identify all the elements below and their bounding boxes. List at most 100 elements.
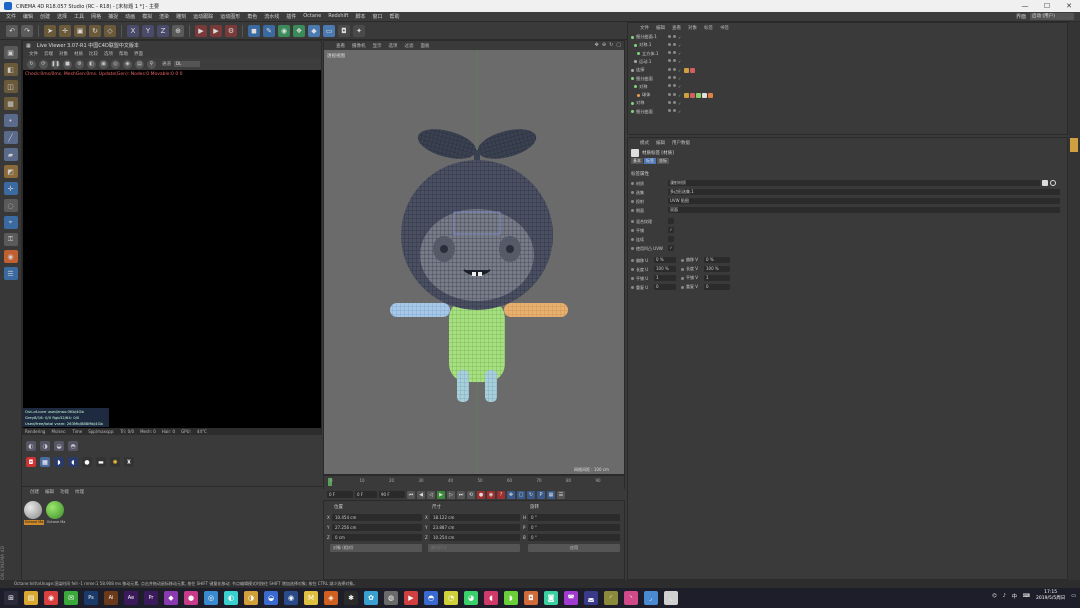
attribute-tab[interactable]: 基本 [631,158,643,164]
enabled-check-icon[interactable]: ✓ [678,59,681,64]
editor-visibility-icon[interactable] [668,100,671,104]
cinema4d-icon[interactable]: ◉ [284,591,298,605]
app-icon[interactable]: ◚ [564,591,578,605]
object-menu-item[interactable]: 文件 [640,25,649,31]
material-slot[interactable]: Octane Ma [46,501,66,525]
browser-icon[interactable]: ◉ [44,591,58,605]
volume-icon[interactable]: ♪ [1003,593,1006,599]
rotate-key-icon[interactable]: ↻ [527,490,535,499]
app-icon[interactable]: ◓ [424,591,438,605]
x-axis-icon[interactable]: X [127,24,139,37]
start-icon[interactable]: ⊞ [4,591,18,605]
app-icon[interactable]: ✱ [344,591,358,605]
menu-item[interactable]: 模拟 [142,13,152,20]
enabled-check-icon[interactable]: ✓ [678,93,681,98]
menu-item[interactable]: 文件 [6,13,16,20]
enabled-check-icon[interactable]: ✓ [678,76,681,81]
app-icon[interactable]: ◛ [584,591,598,605]
enabled-check-icon[interactable]: ✓ [678,51,681,56]
viewport-menu-item[interactable]: 显示 [373,43,382,49]
maximize-button[interactable]: ☐ [1036,0,1058,12]
menu-item[interactable]: 选择 [57,13,67,20]
material-picker-icon[interactable]: ◉ [123,59,132,69]
app-icon[interactable]: M [304,591,318,605]
object-row[interactable]: 对称.1 ✓ [628,41,1067,49]
menu-item[interactable]: 渲染 [159,13,169,20]
point-key-icon[interactable]: ▦ [547,490,555,499]
app-icon[interactable]: ◖ [484,591,498,605]
material-menu-item[interactable]: 编辑 [45,489,54,495]
menu-item[interactable]: 网格 [91,13,101,20]
viewport-menu-item[interactable]: 选项 [389,43,398,49]
keyframe-dot-icon[interactable] [681,258,684,262]
viewport-menu-item[interactable]: 过滤 [405,43,414,49]
editor-visibility-icon[interactable] [668,34,671,38]
render-visibility-icon[interactable] [673,76,676,79]
visibility-toggles[interactable]: ✓ [668,76,681,81]
rotation-p-field[interactable]: 0 ° [528,524,620,531]
render-view-icon[interactable]: ▶ [195,24,207,37]
undo-icon[interactable]: ↶ [6,24,18,37]
pause-icon[interactable]: ❚❚ [51,59,60,69]
render-visibility-icon[interactable] [673,42,676,46]
live-viewer-menu-item[interactable]: 比较 [89,51,98,57]
viewport-menu-item[interactable]: 摄像机 [352,43,366,49]
move-icon[interactable]: ✛ [59,24,71,37]
live-viewer-menu-item[interactable]: 选项 [104,51,113,57]
attribute-value-field[interactable]: 双面 [668,207,1060,213]
panel-tab-icon[interactable] [1070,138,1078,152]
uv-mode-icon[interactable]: ◩ [3,165,18,178]
camera-icon[interactable]: ◘ [338,24,350,37]
menu-item[interactable]: 编辑 [23,13,33,20]
next-key-icon[interactable]: ▷ [447,490,455,499]
menu-item[interactable]: 流水线 [264,13,279,20]
attribute-menu-item[interactable]: 用户数据 [672,140,690,146]
current-frame-field[interactable]: 0 F [327,491,353,498]
solo-icon[interactable]: ◉ [3,250,18,263]
axis-mode-icon[interactable]: ✛ [3,182,18,195]
edge-mode-icon[interactable]: ╱ [3,131,18,144]
app-icon[interactable]: ◗ [504,591,518,605]
editor-visibility-icon[interactable] [668,92,671,96]
object-menu-item[interactable]: 对象 [688,25,697,31]
panel-grip-icon[interactable]: ▦ [26,43,31,49]
visibility-toggles[interactable]: ✓ [668,109,681,114]
explorer-icon[interactable]: ▤ [24,591,38,605]
send-scene-icon[interactable]: ↻ [27,59,36,69]
material-menu-item[interactable]: 功能 [60,489,69,495]
size-x-field[interactable]: 18.122 cm [430,514,520,521]
texture-mode-icon[interactable]: ◫ [3,80,18,93]
orbit-icon[interactable]: ↻ [609,42,613,48]
menu-item[interactable]: Octane [303,13,321,20]
enabled-check-icon[interactable]: ✓ [678,84,681,89]
tag-icon[interactable] [684,67,689,73]
octane-sphere-icon[interactable]: ◓ [68,441,78,451]
material-browse-icon[interactable] [1050,180,1056,186]
tag-icon[interactable] [684,92,689,98]
floor-icon[interactable]: ▭ [323,24,335,37]
tag-icon[interactable] [708,92,713,98]
visibility-toggles[interactable]: ✓ [668,51,681,56]
render-visibility-icon[interactable] [673,100,676,104]
snap-icon[interactable]: ⌖ [3,216,18,229]
menu-item[interactable]: 脚本 [356,13,366,20]
attribute-value-field[interactable]: UVW 贴图 [668,198,1060,204]
lock-icon[interactable]: ◧ [87,59,96,69]
workplane-icon[interactable]: ▦ [3,97,18,110]
size-z-field[interactable]: 10.254 cm [430,534,520,541]
keyframe-dot-icon[interactable] [681,285,684,289]
material-preview[interactable] [46,501,64,519]
octane-camera-icon[interactable]: ◘ [26,457,36,467]
attribute-value-field[interactable]: 多边形选集.1 [668,189,1060,195]
rotate-icon[interactable]: ↻ [89,24,101,37]
cloner-icon[interactable]: ❖ [293,24,305,37]
material-menu-item[interactable]: 创建 [30,489,39,495]
keyframe-dot-icon[interactable] [631,268,634,271]
stop-icon[interactable]: ■ [63,59,72,69]
size-mode-select[interactable]: 绝对尺寸 [428,544,520,552]
channel-select[interactable]: DL [174,61,200,67]
object-row[interactable]: 连接 ✓ [628,66,1067,74]
viewport-menu-item[interactable]: 查看 [336,43,345,49]
object-row[interactable]: 立方体.1 ✓ [628,50,1067,58]
viewport-menu-item[interactable]: 面板 [421,43,430,49]
